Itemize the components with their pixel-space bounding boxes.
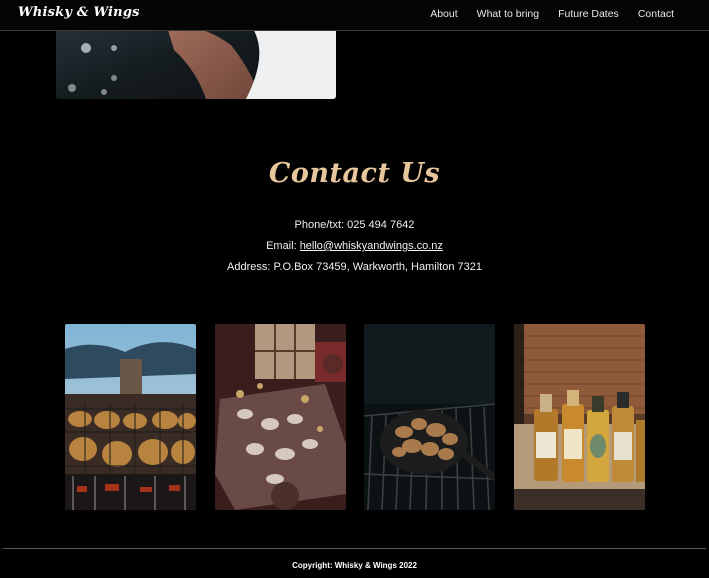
- contact-phone: Phone/txt: 025 494 7642: [294, 219, 415, 231]
- gallery-photo-grill: [65, 324, 196, 510]
- nav-link-contact[interactable]: Contact: [638, 8, 674, 20]
- footer-copyright: Copyright: Whisky & Wings 2022: [292, 561, 417, 570]
- nav-link-about[interactable]: About: [430, 8, 457, 20]
- contact-address: Address: P.O.Box 73459, Warkworth, Hamil…: [227, 261, 482, 273]
- footer-divider: [3, 548, 706, 549]
- contact-title: Contact Us: [268, 158, 441, 189]
- gallery-photo-dinner-table: [215, 324, 346, 510]
- contact-email-label: Email:: [266, 240, 300, 252]
- gallery-photo-whisky-bottles: [514, 324, 645, 510]
- brand-logo[interactable]: Whisky & Wings: [18, 5, 140, 20]
- nav-link-what-to-bring[interactable]: What to bring: [477, 8, 539, 20]
- nav-link-future-dates[interactable]: Future Dates: [558, 8, 619, 20]
- gallery-photo-skillet: [364, 324, 495, 510]
- contact-email-link[interactable]: hello@whiskyandwings.co.nz: [300, 240, 443, 252]
- top-navbar: Whisky & Wings About What to bring Futur…: [0, 0, 709, 31]
- contact-email-line: Email: hello@whiskyandwings.co.nz: [0, 240, 709, 252]
- nav-links: About What to bring Future Dates Contact: [411, 8, 674, 20]
